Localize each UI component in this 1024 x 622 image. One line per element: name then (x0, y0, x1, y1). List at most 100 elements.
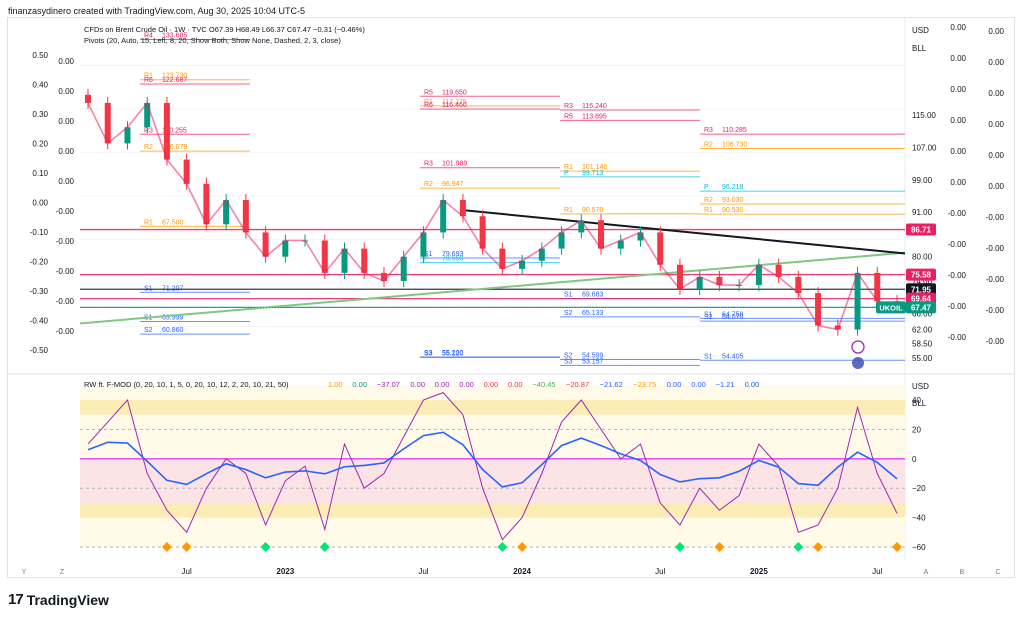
osc-axis-tick: 0 (912, 455, 917, 464)
osc-legend-value: 0.00 (745, 380, 760, 389)
pivot-value: 54.405 (722, 353, 744, 360)
right-scale-tick-2: 0.00 (988, 27, 1004, 36)
right-scale-tick-2: 0.00 (988, 89, 1004, 98)
main-legend-line2: Pivots (20, Auto, 15, Left, 8, 20, Show … (84, 36, 341, 45)
pivot-label: S3 (424, 350, 433, 357)
pivot-label: R3 (144, 127, 153, 134)
chart-canvas[interactable]: R1 123.730R1 117.275P 99.713P 96.218R6 122.68… (0, 0, 1024, 590)
candle-body (163, 102, 170, 160)
left-scale-tick: -0.20 (30, 258, 49, 267)
left-scale-tick: 0.20 (32, 140, 48, 149)
left-scale-tick: -0.40 (30, 317, 49, 326)
price-axis-tick: 91.00 (912, 208, 933, 217)
left-scale-tick-2: -0.00 (56, 267, 75, 276)
pivot-value: 55.120 (442, 350, 464, 357)
right-scale-tick-2: 0.00 (988, 182, 1004, 191)
osc-axis-tick: −40 (912, 514, 926, 523)
price-axis-tick: 55.00 (912, 354, 933, 363)
left-scale-tick-2: -0.00 (56, 207, 75, 216)
osc-axis-tick: −20 (912, 484, 926, 493)
osc-legend-value: −37.07 (377, 380, 400, 389)
right-scale-tick-1: 0.00 (950, 54, 966, 63)
pivot-label: R2 (424, 181, 433, 188)
osc-currency-label: USD (912, 382, 929, 391)
price-axis-tick: 107.00 (912, 143, 937, 152)
left-scale-tick-2: 0.00 (58, 57, 74, 66)
osc-legend-value: 1.00 (328, 380, 343, 389)
left-scale-tick: 0.10 (32, 169, 48, 178)
time-axis-nav-icon: Y (22, 569, 27, 576)
osc-legend-value: −40.45 (532, 380, 555, 389)
candle-body (85, 94, 91, 103)
right-scale-tick-2: -0.00 (986, 306, 1005, 315)
osc-legend-value: 0.00 (508, 380, 523, 389)
right-scale-tick-1: -0.00 (948, 271, 967, 280)
osc-band-mid (80, 458, 905, 503)
price-axis-tick: 115.00 (912, 111, 936, 120)
osc-legend-value: −20.87 (566, 380, 589, 389)
pivot-label: P (704, 184, 709, 191)
price-tag-value: 86.71 (911, 226, 932, 235)
left-scale-tick-2: -0.00 (56, 327, 75, 336)
price-tag-value: 75.58 (911, 271, 932, 280)
main-legend-line1: CFDs on Brent Crude Oil · 1W · TVC O67.3… (84, 25, 365, 34)
pivot-label: R3 (564, 103, 573, 110)
pivot-label: R6 (424, 102, 433, 109)
left-scale-tick-2: 0.00 (58, 147, 74, 156)
right-scale-tick-2: -0.00 (986, 337, 1005, 346)
right-scale-tick-1: 0.00 (950, 116, 966, 125)
pivot-label: R2 (704, 197, 713, 204)
right-scale-tick-2: -0.00 (986, 275, 1005, 284)
time-axis-label: 2025 (750, 567, 768, 576)
pivot-label: R3 (424, 161, 433, 168)
time-axis-nav-icon: Z (60, 569, 65, 576)
osc-axis-tick: 40 (912, 396, 921, 405)
pivot-value: 53.157 (582, 358, 604, 365)
pivot-label: S2 (144, 327, 153, 334)
pivot-value: 90.570 (582, 207, 604, 214)
symbol-tag: UKOIL (879, 303, 903, 312)
osc-legend-value: 0.00 (410, 380, 425, 389)
price-axis-tick: 62.00 (912, 326, 933, 335)
osc-legend-value: −23.75 (633, 380, 656, 389)
right-scale-tick-2: -0.00 (986, 244, 1005, 253)
price-axis-tick: 58.50 (912, 340, 933, 349)
left-scale-tick-2: 0.00 (58, 87, 74, 96)
right-scale-tick-2: 0.00 (988, 58, 1004, 67)
candle-body (854, 272, 861, 330)
left-scale-tick-2: 0.00 (58, 177, 74, 186)
osc-legend-value: 0.00 (691, 380, 706, 389)
right-scale-tick-1: 0.00 (950, 178, 966, 187)
pivot-value: 101.989 (442, 161, 467, 168)
pivot-value: 116.460 (442, 102, 467, 109)
pivot-label: R2 (144, 144, 153, 151)
left-scale-tick: -0.10 (30, 228, 49, 237)
pivot-value: 87.500 (162, 219, 184, 226)
left-scale-tick: -0.50 (30, 346, 49, 355)
trendline-black (462, 209, 906, 255)
right-scale-tick-1: 0.00 (950, 23, 966, 32)
pivot-value: 113.695 (582, 113, 607, 120)
main-unit-label: BLL (912, 44, 927, 53)
pivot-label: R2 (704, 142, 713, 149)
pivot-label: R1 (564, 207, 573, 214)
flag-icon (852, 357, 864, 369)
pivot-value: 119.650 (442, 89, 467, 96)
osc-legend-value: 0.00 (667, 380, 682, 389)
osc-legend-value: 0.00 (484, 380, 499, 389)
time-axis-label: Jul (182, 567, 192, 576)
main-currency-label: USD (912, 26, 929, 35)
pivot-value: 78.550 (442, 256, 464, 263)
right-scale-tick-1: -0.00 (948, 302, 967, 311)
right-scale-tick-1: 0.00 (950, 85, 966, 94)
price-axis-tick: 99.00 (912, 176, 933, 185)
time-axis-label: 2023 (276, 567, 294, 576)
pivot-label: S2 (704, 314, 713, 321)
pivot-label: R5 (424, 89, 433, 96)
osc-legend-name: RW ft. F-MOD (0, 20, 10, 1, 5, 0, 20, 10… (84, 380, 289, 389)
time-axis-label: Jul (655, 567, 665, 576)
left-scale-tick: 0.00 (32, 199, 48, 208)
osc-legend-value: −21.62 (600, 380, 623, 389)
left-scale-tick-2: -0.00 (56, 297, 75, 306)
pivot-label: R1 (704, 207, 713, 214)
